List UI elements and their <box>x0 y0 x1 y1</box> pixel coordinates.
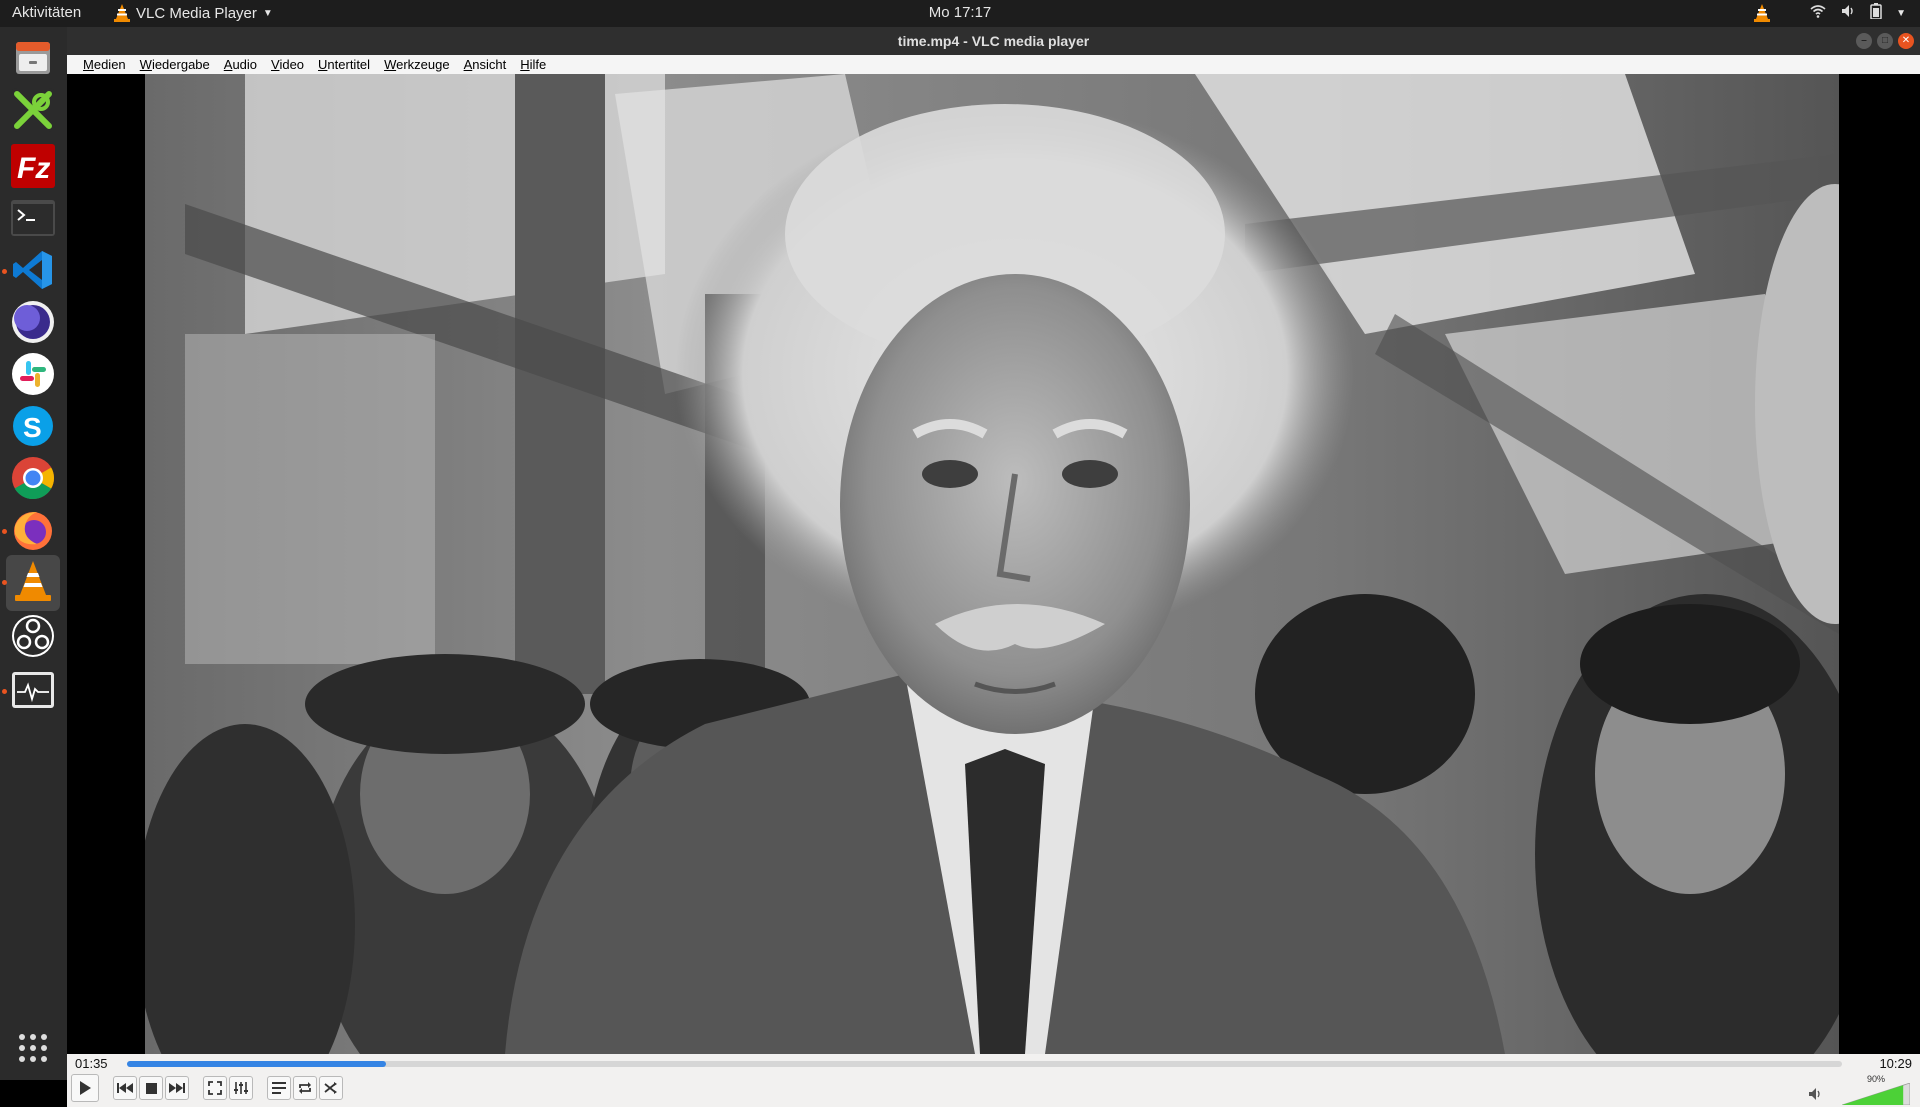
title-bar[interactable]: time.mp4 - VLC media player – □ ✕ <box>67 27 1920 55</box>
dock-item-chrome[interactable] <box>6 453 60 507</box>
vlc-window: time.mp4 - VLC media player – □ ✕ Medien… <box>67 27 1920 1107</box>
window-title: time.mp4 - VLC media player <box>897 33 1090 49</box>
repeat-icon <box>298 1081 312 1095</box>
firefox-icon <box>11 508 55 557</box>
grid-icon <box>17 1032 49 1069</box>
menu-werkzeuge[interactable]: Werkzeuge <box>377 55 457 74</box>
wifi-icon <box>1810 3 1826 23</box>
video-frame <box>145 74 1839 1054</box>
video-still-image <box>145 74 1839 1054</box>
playlist-icon <box>272 1082 286 1094</box>
menu-video[interactable]: Video <box>264 55 311 74</box>
svg-text:S: S <box>23 412 42 443</box>
show-apps-button[interactable] <box>6 1023 60 1077</box>
filezilla-icon: Fz <box>11 143 55 193</box>
seek-row: 01:35 10:29 <box>67 1054 1920 1071</box>
speaker-icon[interactable] <box>1808 1087 1822 1106</box>
skip-back-icon <box>117 1082 133 1094</box>
volume-control[interactable]: 90% <box>1804 1073 1914 1105</box>
dock-item-eclipse[interactable] <box>6 297 60 351</box>
seek-bar[interactable] <box>127 1061 1842 1067</box>
skype-icon: S <box>11 404 55 453</box>
pulse-monitor-icon <box>11 670 55 715</box>
top-panel: Aktivitäten VLC Media Player ▼ Mo 17:17 … <box>0 0 1920 27</box>
dock-item-xmind[interactable] <box>6 85 60 139</box>
dock-item-vscode[interactable] <box>2 245 60 299</box>
equalizer-icon <box>234 1081 248 1095</box>
file-cabinet-icon <box>13 38 53 83</box>
vlc-cone-icon <box>13 559 53 608</box>
seek-bar-progress <box>127 1061 386 1067</box>
dock-item-skype[interactable]: S <box>6 401 60 455</box>
slack-icon <box>11 352 55 401</box>
terminal-icon <box>11 199 55 241</box>
vlc-tray-icon[interactable] <box>1754 4 1771 22</box>
menu-ansicht[interactable]: Ansicht <box>457 55 514 74</box>
dock-item-firefox[interactable] <box>2 505 60 559</box>
video-area[interactable] <box>67 74 1920 1054</box>
speaker-icon <box>1840 3 1856 23</box>
fullscreen-icon <box>208 1081 222 1095</box>
dock-item-system-monitor[interactable] <box>2 665 60 719</box>
menu-medien[interactable]: Medien <box>76 55 133 74</box>
chevron-down-icon: ▼ <box>262 7 273 19</box>
menu-hilfe[interactable]: Hilfe <box>513 55 553 74</box>
dock-item-slack[interactable] <box>6 349 60 403</box>
battery-icon <box>1870 3 1882 23</box>
current-time[interactable]: 01:35 <box>75 1056 108 1071</box>
dock-item-terminal[interactable] <box>6 193 60 247</box>
shuffle-icon <box>324 1081 338 1095</box>
play-button[interactable] <box>71 1074 99 1102</box>
app-menu-label: VLC Media Player <box>136 4 257 22</box>
maximize-button[interactable]: □ <box>1877 33 1893 49</box>
moon-icon <box>11 300 55 349</box>
dock-item-filezilla[interactable]: Fz <box>6 141 60 195</box>
svg-text:Fz: Fz <box>17 152 50 185</box>
vlc-cone-icon <box>114 4 130 22</box>
xmind-icon <box>11 87 55 137</box>
minimize-button[interactable]: – <box>1856 33 1872 49</box>
stop-icon <box>145 1082 157 1094</box>
control-bar: 90% <box>67 1071 1920 1107</box>
menu-untertitel[interactable]: Untertitel <box>311 55 377 74</box>
obs-icon <box>11 614 55 663</box>
dock: Fz S <box>0 27 67 1080</box>
volume-slider[interactable] <box>1842 1083 1910 1105</box>
close-button[interactable]: ✕ <box>1898 33 1914 49</box>
activities-button[interactable]: Aktivitäten <box>12 4 81 21</box>
dock-item-vlc[interactable] <box>2 555 60 611</box>
menu-audio[interactable]: Audio <box>217 55 264 74</box>
skip-forward-icon <box>169 1082 185 1094</box>
system-tray[interactable]: ▼ <box>1754 3 1906 23</box>
chevron-down-icon: ▼ <box>1896 7 1906 19</box>
chrome-icon <box>11 456 55 505</box>
total-time[interactable]: 10:29 <box>1879 1056 1912 1071</box>
menu-wiedergabe[interactable]: Wiedergabe <box>133 55 217 74</box>
vscode-icon <box>11 248 55 297</box>
menu-bar: Medien Wiedergabe Audio Video Untertitel… <box>67 55 1920 74</box>
app-menu[interactable]: VLC Media Player ▼ <box>114 4 273 22</box>
dock-item-obs[interactable] <box>6 611 60 665</box>
clock[interactable]: Mo 17:17 <box>929 4 992 21</box>
play-icon <box>77 1080 93 1096</box>
dock-item-files[interactable] <box>6 33 60 87</box>
